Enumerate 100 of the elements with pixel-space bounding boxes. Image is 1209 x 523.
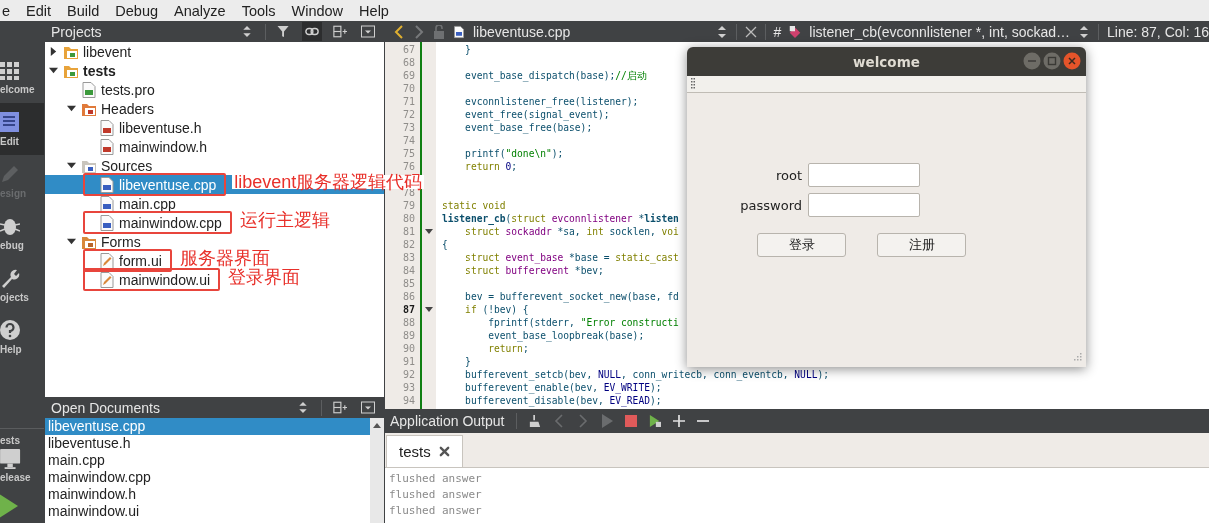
- dialog-button[interactable]: 注册: [877, 233, 966, 257]
- code-line: event_base_dispatch(base);//启动: [464, 69, 647, 82]
- line-number: 93: [401, 381, 416, 394]
- document-item[interactable]: mainwindow.ui: [45, 503, 370, 520]
- fold-marker-icon[interactable]: [425, 229, 433, 234]
- debug-run-icon[interactable]: [649, 414, 662, 428]
- output-line: flushed answer: [389, 471, 483, 487]
- code-line: event_base_free(base);: [464, 121, 593, 134]
- field-label: password: [739, 197, 802, 213]
- document-item[interactable]: main.cpp: [45, 452, 370, 469]
- stop-icon[interactable]: [625, 414, 638, 428]
- wrench-icon: [0, 267, 20, 288]
- line-number: 72: [401, 108, 416, 121]
- tree-item[interactable]: Sources: [81, 157, 153, 174]
- tree-item[interactable]: tests.pro: [81, 81, 155, 98]
- window-title: welcome: [853, 53, 920, 70]
- hash-button[interactable]: #: [773, 23, 782, 40]
- output-line: flushed answer: [389, 487, 483, 503]
- mode-button[interactable]: ojects: [0, 259, 44, 311]
- collapsed-arrow-icon[interactable]: [49, 46, 58, 56]
- mode-button[interactable]: elcome: [0, 51, 44, 103]
- line-number: 90: [401, 342, 416, 355]
- run-icon[interactable]: [0, 493, 18, 519]
- expanded-arrow-icon[interactable]: [67, 236, 76, 246]
- close-panel-icon[interactable]: [358, 22, 378, 41]
- code-line: if (!bev) {: [464, 303, 529, 316]
- document-item[interactable]: libeventuse.cpp: [45, 418, 370, 435]
- scrollbar[interactable]: [370, 418, 384, 523]
- field-label: root: [774, 167, 802, 183]
- input-field[interactable]: [808, 163, 920, 187]
- line-number: 85: [401, 277, 416, 290]
- document-item[interactable]: libeventuse.h: [45, 435, 370, 452]
- line-number: 67: [401, 43, 416, 56]
- expanded-arrow-icon[interactable]: [49, 65, 58, 75]
- menu-item[interactable]: Edit: [24, 2, 54, 19]
- broom-icon[interactable]: [529, 414, 542, 428]
- tree-item[interactable]: libeventuse.cpp: [99, 176, 217, 193]
- toolbar-grip-icon[interactable]: [691, 78, 695, 90]
- menu-item[interactable]: Tools: [239, 2, 278, 19]
- menu-item[interactable]: Build: [65, 2, 102, 19]
- tree-item[interactable]: Forms: [81, 233, 141, 250]
- menu-item[interactable]: Debug: [113, 2, 161, 19]
- mode-button[interactable]: ebug: [0, 207, 44, 259]
- symbol-icon: [789, 24, 802, 39]
- code-line: struct bufferevent *bev;: [464, 264, 604, 277]
- code-line: struct sockaddr *sa, int socklen, voi: [464, 225, 679, 238]
- code-line: bev = bufferevent_socket_new(base, fd: [464, 290, 679, 303]
- file-icon: [99, 214, 115, 231]
- resize-grip-icon[interactable]: [1072, 353, 1082, 363]
- panel-title: Projects: [51, 23, 103, 40]
- output-tab[interactable]: tests: [386, 435, 463, 467]
- plus-icon[interactable]: [673, 414, 686, 428]
- tree-item[interactable]: mainwindow.cpp: [99, 214, 222, 231]
- code-line: return 0;: [464, 160, 518, 173]
- grid-icon: [0, 59, 20, 80]
- code-line: bufferevent_disable(bev, EV_READ);: [464, 394, 662, 407]
- document-item[interactable]: mainwindow.h: [45, 486, 370, 503]
- menu-item[interactable]: Window: [289, 2, 346, 19]
- tree-item[interactable]: main.cpp: [99, 195, 176, 212]
- file-name[interactable]: libeventuse.cpp: [473, 23, 708, 40]
- menu-item[interactable]: e: [0, 2, 13, 19]
- tree-item[interactable]: mainwindow.ui: [99, 271, 211, 288]
- close-icon[interactable]: [744, 24, 757, 39]
- scroll-up-icon[interactable]: [373, 423, 381, 428]
- file-icon: [99, 176, 115, 193]
- file-icon: [99, 195, 115, 212]
- tree-item[interactable]: libeventuse.h: [99, 119, 202, 136]
- menu-item[interactable]: Help: [357, 2, 391, 19]
- line-number: 86: [401, 290, 416, 303]
- tree-item[interactable]: form.ui: [99, 252, 162, 269]
- tree-item[interactable]: mainwindow.h: [99, 138, 207, 155]
- expanded-arrow-icon[interactable]: [67, 160, 76, 170]
- tree-item[interactable]: tests: [63, 62, 116, 79]
- line-number: 83: [401, 251, 416, 264]
- line-number: 82: [401, 238, 416, 251]
- mode-button[interactable]: Edit: [0, 103, 44, 155]
- code-line: fprintf(stderr, "Error constructi: [487, 316, 679, 329]
- sort-arrows-icon[interactable]: [1078, 24, 1091, 39]
- expanded-arrow-icon[interactable]: [67, 103, 76, 113]
- mode-button[interactable]: Help: [0, 311, 44, 363]
- code-line: struct event_base *base = static_cast: [464, 251, 679, 264]
- panel-title: Open Documents: [51, 399, 161, 416]
- file-icon: [99, 138, 115, 155]
- code-line: }: [464, 355, 471, 368]
- close-panel-icon[interactable]: [358, 398, 378, 417]
- pencil-icon: [0, 163, 20, 184]
- fold-marker-icon[interactable]: [425, 307, 433, 312]
- kit-selector[interactable]: ests elease: [0, 429, 44, 489]
- tree-item[interactable]: Headers: [81, 100, 154, 117]
- document-item[interactable]: mainwindow.cpp: [45, 469, 370, 486]
- symbol-selector[interactable]: listener_cb(evconnlistener *, int, sockad…: [809, 23, 1071, 40]
- dialog-button[interactable]: 登录: [757, 233, 846, 257]
- close-button[interactable]: [1063, 52, 1081, 70]
- close-icon[interactable]: [438, 446, 450, 457]
- code-line: static void: [441, 199, 506, 212]
- link-icon[interactable]: [302, 22, 322, 41]
- code-line: bufferevent_enable(bev, EV_WRITE);: [464, 381, 662, 394]
- menu-item[interactable]: Analyze: [172, 2, 228, 19]
- input-field[interactable]: [808, 193, 920, 217]
- tree-item[interactable]: libevent: [63, 43, 132, 60]
